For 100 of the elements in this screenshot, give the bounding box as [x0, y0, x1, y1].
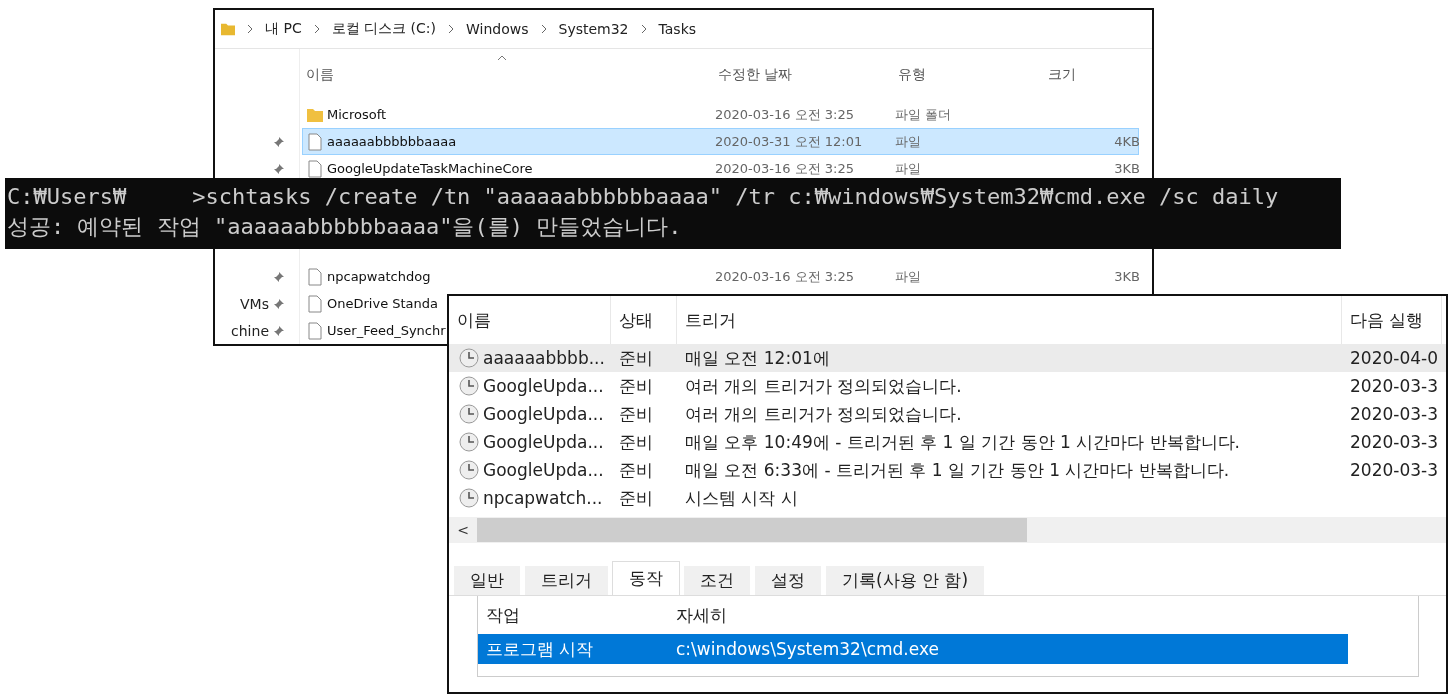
file-row[interactable]: npcapwatchdog 2020-03-16 오전 3:25 파일 3KB — [302, 263, 1139, 290]
task-name: aaaaaabbbb... — [483, 348, 605, 368]
tab[interactable]: 설정 — [754, 565, 822, 595]
tab[interactable]: 동작 — [612, 561, 680, 595]
task-row[interactable]: GoogleUpda... 준비 매일 오후 10:49에 - 트리거된 후 1 일 기간 동안 1 시간마다 반복합니다. 2020-03-3 — [449, 428, 1446, 456]
tab[interactable]: 트리거 — [524, 565, 609, 595]
task-row[interactable]: npcapwatch... 준비 시스템 시작 시 — [449, 484, 1446, 512]
breadcrumb-item[interactable]: 로컬 디스크 (C:) — [331, 20, 436, 38]
clock-icon — [459, 432, 479, 452]
task-status: 준비 — [618, 402, 654, 426]
scroll-left-button[interactable]: < — [449, 522, 477, 538]
document-icon — [308, 294, 322, 313]
task-next-run: 2020-04-0 — [1349, 348, 1439, 368]
task-name: GoogleUpda... — [483, 432, 604, 452]
file-size: 3KB — [1113, 161, 1140, 176]
task-row[interactable]: aaaaaabbbb... 준비 매일 오전 12:01에 2020-04-0 — [449, 344, 1446, 372]
file-type: 파일 폴더 — [895, 105, 953, 124]
sort-up-icon — [497, 55, 507, 61]
document-icon — [308, 159, 322, 178]
pin-icon[interactable] — [273, 324, 285, 337]
file-type: 파일 — [895, 267, 922, 286]
file-date: 2020-03-16 오전 3:25 — [715, 159, 855, 178]
pin-icon[interactable] — [273, 135, 285, 148]
breadcrumb-item[interactable]: System32 — [558, 21, 629, 37]
task-status: 준비 — [618, 346, 654, 370]
file-name: GoogleUpdateTaskMachineCore — [327, 161, 534, 176]
column-header[interactable]: 이름 — [302, 66, 714, 84]
action-row[interactable]: 프로그램 시작 c:\windows\System32\cmd.exe — [478, 634, 1348, 664]
file-row[interactable]: aaaaaabbbbbbaaaa 2020-03-31 오전 12:01 파일 4KB — [302, 128, 1139, 155]
clock-icon — [459, 488, 479, 508]
task-row[interactable]: GoogleUpda... 준비 매일 오전 6:33에 - 트리거된 후 1 일 기간 동안 1 시간마다 반복합니다. 2020-03-3 — [449, 456, 1446, 484]
column-header[interactable]: 유형 — [894, 66, 1044, 84]
task-name: GoogleUpda... — [483, 460, 604, 480]
file-type: 파일 — [895, 159, 922, 178]
scrollbar-thumb[interactable] — [477, 518, 1027, 542]
document-icon — [308, 321, 322, 340]
task-name: GoogleUpda... — [483, 376, 604, 396]
pin-icon[interactable] — [273, 270, 285, 283]
pin-icon[interactable] — [273, 162, 285, 175]
document-icon — [308, 132, 322, 151]
clock-icon — [459, 460, 479, 480]
file-size: 4KB — [1113, 134, 1140, 149]
file-row[interactable]: Microsoft 2020-03-16 오전 3:25 파일 폴더 — [302, 101, 1139, 128]
column-header[interactable]: 수정한 날짜 — [714, 66, 894, 84]
chevron-icon — [448, 24, 454, 34]
task-trigger: 여러 개의 트리거가 정의되었습니다. — [684, 402, 963, 426]
file-size: 3KB — [1113, 269, 1140, 284]
clock-icon — [459, 376, 479, 396]
file-row[interactable]: GoogleUpdateTaskMachineCore 2020-03-16 오전 3:25 파일 3KB — [302, 155, 1139, 182]
tab[interactable]: 일반 — [453, 565, 521, 595]
task-trigger: 매일 오전 6:33에 - 트리거된 후 1 일 기간 동안 1 시간마다 반복합니다. — [684, 458, 1231, 482]
file-name: Microsoft — [327, 107, 388, 122]
file-row[interactable]: User_Feed_Synchr — [302, 317, 447, 344]
folder-icon — [221, 22, 235, 36]
task-row[interactable]: GoogleUpda... 준비 여러 개의 트리거가 정의되었습니다. 2020-03-3 — [449, 400, 1446, 428]
file-name: OneDrive Standa — [327, 296, 439, 311]
column-header[interactable]: 작업 — [478, 603, 668, 627]
column-header[interactable]: 크기 — [1044, 66, 1139, 84]
chevron-icon — [247, 24, 253, 34]
task-status: 준비 — [618, 374, 654, 398]
task-row[interactable]: GoogleUpda... 준비 여러 개의 트리거가 정의되었습니다. 2020-03-3 — [449, 372, 1446, 400]
file-date: 2020-03-16 오전 3:25 — [715, 105, 855, 124]
breadcrumb-item[interactable]: Windows — [466, 21, 529, 37]
task-trigger: 여러 개의 트리거가 정의되었습니다. — [684, 374, 963, 398]
tab[interactable]: 기록(사용 안 함) — [825, 565, 986, 595]
task-trigger: 매일 오후 10:49에 - 트리거된 후 1 일 기간 동안 1 시간마다 반복합니다. — [684, 430, 1241, 454]
task-next-run: 2020-03-3 — [1349, 432, 1439, 452]
breadcrumb-item[interactable]: Tasks — [658, 21, 697, 37]
file-date: 2020-03-16 오전 3:25 — [715, 267, 855, 286]
file-type: 파일 — [895, 132, 922, 151]
task-next-run: 2020-03-3 — [1349, 376, 1439, 396]
task-trigger: 시스템 시작 시 — [684, 486, 799, 510]
console-line: 성공: 예약된 작업 "aaaaaabbbbbbaaaa"을(를) 만들었습니다. — [7, 213, 682, 241]
file-name: User_Feed_Synchr — [327, 323, 446, 338]
task-status: 준비 — [618, 458, 654, 482]
chevron-icon — [540, 24, 547, 34]
document-icon — [308, 267, 322, 286]
console-line: C:₩Users₩ — [7, 183, 127, 211]
task-status: 준비 — [618, 430, 654, 454]
chevron-icon — [313, 24, 320, 34]
file-date: 2020-03-31 오전 12:01 — [715, 132, 864, 151]
file-name: aaaaaabbbbbbaaaa — [327, 134, 458, 149]
column-header[interactable]: 자세히 — [668, 603, 1348, 627]
nav-item[interactable]: VMs — [240, 295, 269, 312]
nav-item[interactable]: chine — [231, 322, 269, 339]
horizontal-scrollbar[interactable]: < — [449, 517, 1446, 543]
task-next-run: 2020-03-3 — [1349, 404, 1439, 424]
task-trigger: 매일 오전 12:01에 — [684, 346, 831, 370]
clock-icon — [459, 404, 479, 424]
task-next-run: 2020-03-3 — [1349, 460, 1439, 480]
task-name: npcapwatch... — [483, 488, 603, 508]
console-command: >schtasks /create /tn "aaaaaabbbbbbaaaa" /tr c:₩windows₩System32₩cmd.exe /sc daily — [192, 183, 1279, 211]
tab[interactable]: 조건 — [683, 565, 751, 595]
pin-icon[interactable] — [273, 297, 285, 310]
breadcrumb-item[interactable]: 내 PC — [265, 20, 302, 38]
action-type: 프로그램 시작 — [485, 637, 595, 661]
file-name: npcapwatchdog — [327, 269, 432, 284]
action-details: c:\windows\System32\cmd.exe — [675, 639, 940, 659]
task-name: GoogleUpda... — [483, 404, 604, 424]
file-row[interactable]: OneDrive Standa — [302, 290, 440, 317]
